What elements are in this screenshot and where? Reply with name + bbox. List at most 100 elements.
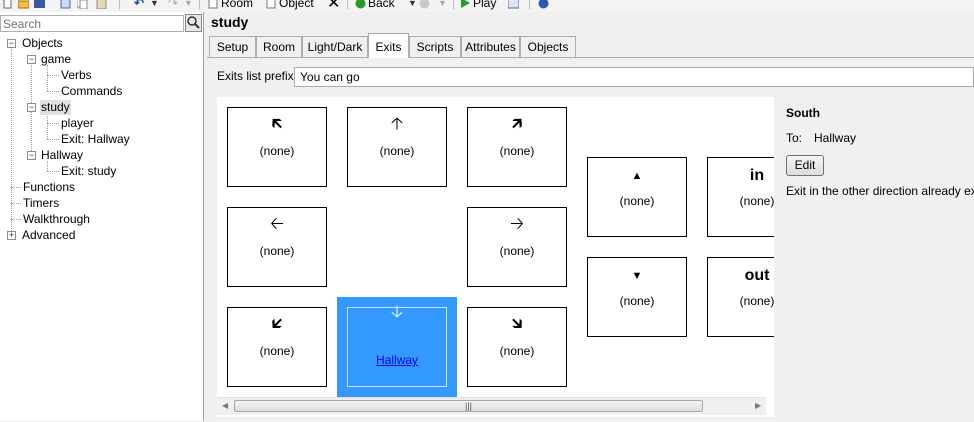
exit-west[interactable]: 🡠 (none): [227, 207, 327, 287]
tree-item-objects[interactable]: Objects: [22, 36, 63, 51]
undo-dropdown-icon[interactable]: ▼: [150, 0, 159, 12]
tree-line: [11, 203, 21, 204]
add-room-button[interactable]: Room: [208, 0, 253, 10]
save-icon[interactable]: [34, 0, 47, 10]
tree-line: [11, 219, 21, 220]
toolbar-separator: |: [346, 0, 350, 10]
tree-line: [47, 123, 59, 124]
search-button[interactable]: [185, 14, 202, 32]
southwest-arrow-icon: 🡷: [271, 314, 283, 333]
northeast-arrow-icon: 🡵: [511, 114, 523, 133]
exit-out-value: (none): [739, 294, 774, 308]
scroll-right-icon[interactable]: ▶: [755, 401, 761, 410]
tree-line: [47, 171, 59, 172]
copy-icon[interactable]: [77, 0, 90, 10]
exit-down[interactable]: ▼ (none): [587, 257, 687, 337]
play-button[interactable]: Play: [460, 0, 496, 10]
tree-line: [47, 139, 59, 140]
edit-button[interactable]: Edit: [786, 155, 824, 176]
exit-southeast[interactable]: 🡶 (none): [467, 307, 567, 387]
code-view-icon[interactable]: [508, 0, 521, 10]
expand-advanced-icon[interactable]: +: [7, 231, 16, 240]
tree-item-exit-study[interactable]: Exit: study: [61, 164, 116, 179]
tree-item-advanced[interactable]: Advanced: [22, 228, 75, 243]
open-folder-icon[interactable]: [18, 0, 31, 10]
tree-item-hallway[interactable]: Hallway: [41, 148, 83, 163]
tree-line: [47, 91, 59, 92]
undo-icon[interactable]: ↶: [134, 0, 144, 10]
exit-northwest[interactable]: 🡴 (none): [227, 107, 327, 187]
back-dropdown-icon[interactable]: ▼: [408, 0, 417, 12]
toolbar-separator: |: [198, 0, 202, 10]
exit-north[interactable]: 🡡 (none): [347, 107, 447, 187]
in-label: in: [749, 167, 765, 184]
tree-item-study[interactable]: study: [40, 100, 71, 115]
tab-attributes[interactable]: Attributes: [461, 36, 520, 57]
forward-icon[interactable]: [419, 0, 432, 10]
help-icon[interactable]: [538, 0, 551, 10]
exit-detail-title: South: [786, 106, 820, 120]
cut-icon[interactable]: [60, 0, 73, 10]
search-input[interactable]: [0, 15, 184, 32]
tab-scripts[interactable]: Scripts: [409, 36, 461, 57]
redo-icon[interactable]: ↷: [168, 0, 178, 10]
exit-east[interactable]: 🡢 (none): [467, 207, 567, 287]
exit-southwest[interactable]: 🡷 (none): [227, 307, 327, 387]
exit-up-value: (none): [619, 194, 655, 208]
tab-objects[interactable]: Objects: [520, 36, 576, 57]
tree-item-walkthrough[interactable]: Walkthrough: [23, 212, 90, 227]
delete-icon[interactable]: ✕: [327, 0, 340, 12]
exit-up[interactable]: ▲ (none): [587, 157, 687, 237]
toolbar-separator: |: [452, 0, 456, 10]
exit-in-value: (none): [739, 194, 774, 208]
tree-item-player[interactable]: player: [61, 116, 94, 131]
tree-item-verbs[interactable]: Verbs: [61, 68, 92, 83]
tree-item-exit-hallway[interactable]: Exit: Hallway: [61, 132, 130, 147]
horizontal-scrollbar[interactable]: ◀ ||| ▶: [217, 397, 766, 415]
exits-prefix-input[interactable]: [294, 67, 974, 87]
add-room-label: Room: [221, 0, 254, 10]
collapse-hallway-icon[interactable]: −: [27, 151, 36, 160]
collapse-game-icon[interactable]: −: [27, 55, 36, 64]
southeast-arrow-icon: 🡶: [511, 314, 523, 333]
exit-in[interactable]: in (none): [707, 157, 774, 237]
new-file-icon[interactable]: [2, 0, 15, 10]
exit-north-value: (none): [379, 144, 415, 158]
collapse-objects-icon[interactable]: −: [7, 39, 16, 48]
exit-out[interactable]: out (none): [707, 257, 774, 337]
tab-room[interactable]: Room: [256, 36, 302, 57]
paste-icon[interactable]: [96, 0, 109, 10]
tree-line: [47, 65, 48, 91]
add-object-button[interactable]: Object: [266, 0, 314, 10]
tree-item-commands[interactable]: Commands: [61, 84, 122, 99]
exit-northeast[interactable]: 🡵 (none): [467, 107, 567, 187]
exit-to-value: Hallway: [814, 131, 857, 145]
up-arrow-icon: ▲: [631, 170, 643, 182]
west-arrow-icon: 🡠: [270, 214, 284, 233]
tree-line: [11, 49, 12, 239]
exit-south-link[interactable]: Hallway: [337, 353, 457, 367]
toolbar-separator: |: [118, 0, 122, 10]
back-button[interactable]: Back: [355, 0, 395, 10]
toolbar-separator: |: [528, 0, 532, 10]
south-arrow-icon: 🡣: [390, 302, 404, 321]
tree-item-timers[interactable]: Timers: [23, 196, 59, 211]
scrollbar-thumb[interactable]: |||: [234, 400, 703, 412]
tab-light-dark[interactable]: Light/Dark: [302, 36, 368, 57]
tree-line: [47, 75, 59, 76]
redo-dropdown-icon[interactable]: ▼: [184, 0, 193, 12]
tab-setup[interactable]: Setup: [209, 36, 256, 57]
scroll-left-icon[interactable]: ◀: [222, 401, 228, 410]
collapse-study-icon[interactable]: −: [27, 103, 36, 112]
exit-southeast-value: (none): [499, 344, 535, 358]
play-label: Play: [473, 0, 497, 10]
tree-item-game[interactable]: game: [41, 52, 71, 67]
tab-exits[interactable]: Exits: [368, 33, 409, 58]
out-label: out: [744, 267, 770, 284]
exit-west-value: (none): [259, 244, 295, 258]
toolbar: | ↶ ▼ ↷ ▼ | Room Object ✕ | Back ▼ ▼ | P…: [0, 0, 974, 12]
exits-compass: 🡴 (none) 🡡 (none) 🡵 (none) 🡠 (none) 🡢 (n…: [217, 97, 774, 417]
forward-dropdown-icon[interactable]: ▼: [438, 0, 447, 12]
exit-south[interactable]: 🡣 Hallway: [337, 297, 457, 397]
tree-item-functions[interactable]: Functions: [23, 180, 75, 195]
